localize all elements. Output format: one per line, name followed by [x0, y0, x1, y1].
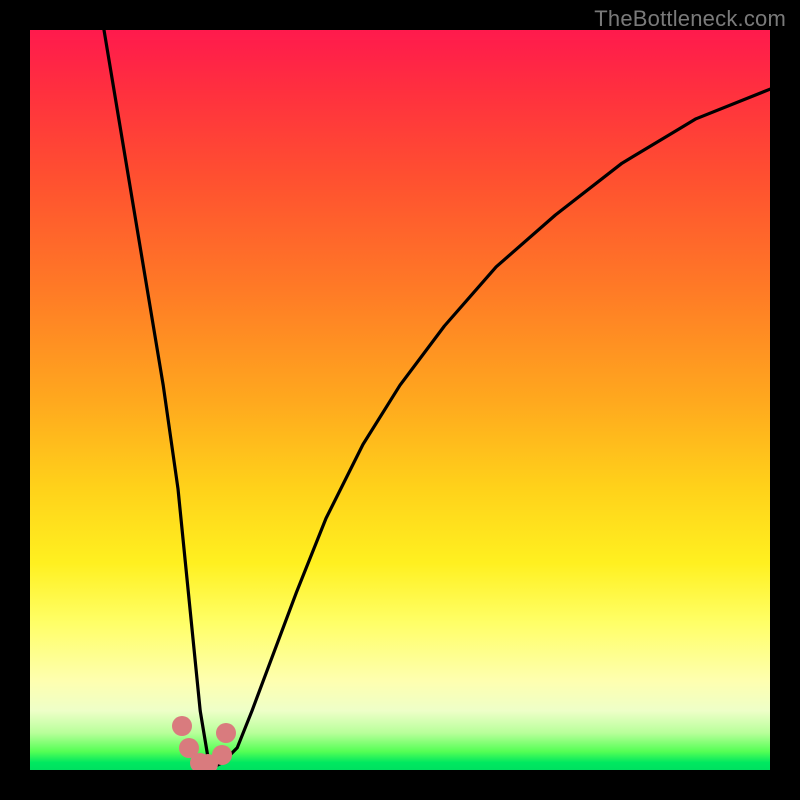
marker-layer: [30, 30, 770, 770]
data-marker: [172, 716, 192, 736]
chart-frame: TheBottleneck.com: [0, 0, 800, 800]
plot-area: [30, 30, 770, 770]
data-marker: [212, 745, 232, 765]
watermark-text: TheBottleneck.com: [594, 6, 786, 32]
data-marker: [216, 723, 236, 743]
